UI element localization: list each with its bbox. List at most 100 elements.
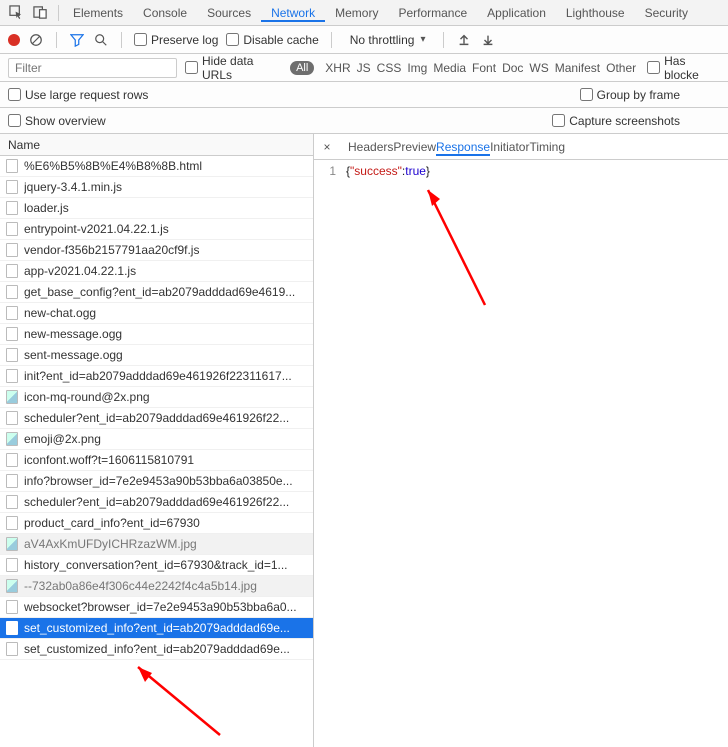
requests-pane: Name %E6%B5%8B%E4%B8%8B.html jquery-3.4.1… — [0, 134, 314, 747]
tab-security[interactable]: Security — [635, 6, 698, 20]
disable-cache-checkbox[interactable]: Disable cache — [226, 33, 318, 47]
record-icon[interactable] — [8, 34, 20, 46]
tab-lighthouse[interactable]: Lighthouse — [556, 6, 635, 20]
request-row[interactable]: info?browser_id=7e2e9453a90b53bba6a03850… — [0, 471, 313, 492]
throttling-select[interactable]: No throttling▾ — [344, 30, 432, 50]
tab-application[interactable]: Application — [477, 6, 556, 20]
request-row[interactable]: vendor-f356b2157791aa20cf9f.js — [0, 240, 313, 261]
request-row[interactable]: init?ent_id=ab2079adddad69e461926f223116… — [0, 366, 313, 387]
name-column-header[interactable]: Name — [0, 134, 313, 156]
filter-type-js[interactable]: JS — [354, 61, 374, 75]
device-toggle-icon[interactable] — [30, 3, 50, 23]
file-icon — [6, 642, 18, 656]
file-icon — [6, 180, 18, 194]
main-split: Name %E6%B5%8B%E4%B8%8B.html jquery-3.4.1… — [0, 134, 728, 747]
filter-all-pill[interactable]: All — [290, 61, 314, 75]
request-row[interactable]: aV4AxKmUFDyICHRzazWM.jpg — [0, 534, 313, 555]
filter-type-ws[interactable]: WS — [526, 61, 551, 75]
request-row[interactable]: product_card_info?ent_id=67930 — [0, 513, 313, 534]
separator — [443, 32, 444, 48]
filter-input[interactable] — [8, 58, 177, 78]
file-icon — [6, 264, 18, 278]
detail-tab-timing[interactable]: Timing — [529, 140, 565, 154]
request-row[interactable]: loader.js — [0, 198, 313, 219]
request-row[interactable]: sent-message.ogg — [0, 345, 313, 366]
show-overview-checkbox[interactable]: Show overview — [8, 114, 106, 128]
upload-icon[interactable] — [456, 32, 472, 48]
detail-tab-headers[interactable]: Headers — [348, 140, 393, 154]
request-name: loader.js — [24, 201, 69, 215]
close-icon[interactable]: × — [320, 140, 334, 154]
clear-icon[interactable] — [28, 32, 44, 48]
file-icon — [6, 537, 18, 551]
capture-screenshots-checkbox[interactable]: Capture screenshots — [552, 114, 680, 128]
filter-type-manifest[interactable]: Manifest — [552, 61, 603, 75]
search-icon[interactable] — [93, 32, 109, 48]
filter-type-img[interactable]: Img — [404, 61, 430, 75]
request-row[interactable]: %E6%B5%8B%E4%B8%8B.html — [0, 156, 313, 177]
request-name: product_card_info?ent_id=67930 — [24, 516, 200, 530]
filter-type-xhr[interactable]: XHR — [322, 61, 353, 75]
request-row[interactable]: iconfont.woff?t=1606115810791 — [0, 450, 313, 471]
request-row[interactable]: set_customized_info?ent_id=ab2079adddad6… — [0, 639, 313, 660]
file-icon — [6, 159, 18, 173]
separator — [331, 32, 332, 48]
request-row[interactable]: new-message.ogg — [0, 324, 313, 345]
request-row[interactable]: scheduler?ent_id=ab2079adddad69e461926f2… — [0, 492, 313, 513]
filter-type-media[interactable]: Media — [430, 61, 469, 75]
tab-sources[interactable]: Sources — [197, 6, 261, 20]
file-icon — [6, 222, 18, 236]
throttling-label: No throttling — [350, 33, 415, 47]
preserve-log-label: Preserve log — [151, 33, 218, 47]
request-row[interactable]: websocket?browser_id=7e2e9453a90b53bba6a… — [0, 597, 313, 618]
request-name: app-v2021.04.22.1.js — [24, 264, 136, 278]
request-name: jquery-3.4.1.min.js — [24, 180, 122, 194]
tab-console[interactable]: Console — [133, 6, 197, 20]
file-icon — [6, 390, 18, 404]
request-row[interactable]: emoji@2x.png — [0, 429, 313, 450]
detail-tab-preview[interactable]: Preview — [393, 140, 436, 154]
request-row[interactable]: scheduler?ent_id=ab2079adddad69e461926f2… — [0, 408, 313, 429]
request-row[interactable]: history_conversation?ent_id=67930&track_… — [0, 555, 313, 576]
filter-icon[interactable] — [69, 32, 85, 48]
show-overview-label: Show overview — [25, 114, 106, 128]
request-row[interactable]: --732ab0a86e4f306c44e2242f4c4a5b14.jpg — [0, 576, 313, 597]
use-large-rows-label: Use large request rows — [25, 88, 148, 102]
tab-elements[interactable]: Elements — [63, 6, 133, 20]
separator — [121, 32, 122, 48]
hide-data-urls-checkbox[interactable]: Hide data URLs — [185, 54, 282, 82]
filter-type-doc[interactable]: Doc — [499, 61, 526, 75]
detail-pane: × HeadersPreviewResponseInitiatorTiming … — [314, 134, 728, 747]
detail-tab-response[interactable]: Response — [436, 140, 490, 156]
file-icon — [6, 558, 18, 572]
file-icon — [6, 600, 18, 614]
request-name: %E6%B5%8B%E4%B8%8B.html — [24, 159, 202, 173]
tab-network[interactable]: Network — [261, 6, 325, 22]
file-icon — [6, 495, 18, 509]
request-row[interactable]: entrypoint-v2021.04.22.1.js — [0, 219, 313, 240]
request-row[interactable]: jquery-3.4.1.min.js — [0, 177, 313, 198]
download-icon[interactable] — [480, 32, 496, 48]
tab-performance[interactable]: Performance — [388, 6, 477, 20]
inspect-icon[interactable] — [6, 3, 26, 23]
filter-bar: Hide data URLs All XHRJSCSSImgMediaFontD… — [0, 54, 728, 82]
detail-tab-initiator[interactable]: Initiator — [490, 140, 529, 154]
request-row[interactable]: set_customized_info?ent_id=ab2079adddad6… — [0, 618, 313, 639]
response-json: {"success":true} — [346, 164, 430, 178]
request-row[interactable]: icon-mq-round@2x.png — [0, 387, 313, 408]
use-large-rows-checkbox[interactable]: Use large request rows — [8, 88, 148, 102]
request-name: init?ent_id=ab2079adddad69e461926f223116… — [24, 369, 292, 383]
file-icon — [6, 327, 18, 341]
has-blocked-checkbox[interactable]: Has blocke — [647, 54, 720, 82]
filter-type-css[interactable]: CSS — [374, 61, 405, 75]
filter-type-other[interactable]: Other — [603, 61, 639, 75]
file-icon — [6, 348, 18, 362]
group-by-frame-checkbox[interactable]: Group by frame — [580, 88, 680, 102]
request-row[interactable]: app-v2021.04.22.1.js — [0, 261, 313, 282]
filter-type-font[interactable]: Font — [469, 61, 499, 75]
tab-memory[interactable]: Memory — [325, 6, 388, 20]
preserve-log-checkbox[interactable]: Preserve log — [134, 33, 218, 47]
request-row[interactable]: get_base_config?ent_id=ab2079adddad69e46… — [0, 282, 313, 303]
request-row[interactable]: new-chat.ogg — [0, 303, 313, 324]
disable-cache-label: Disable cache — [243, 33, 318, 47]
